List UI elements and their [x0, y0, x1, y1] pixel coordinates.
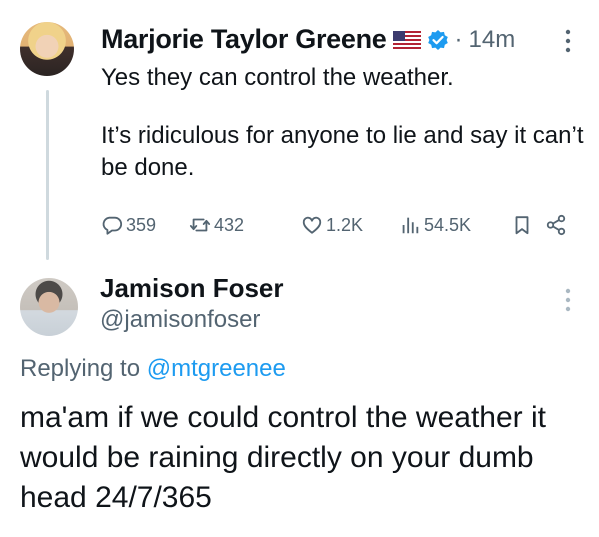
replying-to-line: Replying to @mtgreenee — [20, 355, 286, 383]
author-name[interactable]: Jamison Foser — [100, 273, 284, 304]
tweet-action-bar: 359 432 1.2K 54.5K — [101, 214, 571, 240]
avatar[interactable] — [20, 278, 78, 336]
views-button[interactable]: 54.5K — [399, 214, 471, 236]
more-vertical-icon[interactable] — [563, 28, 573, 54]
repost-button[interactable]: 432 — [189, 214, 244, 236]
heart-icon — [302, 216, 322, 234]
share-button[interactable] — [545, 214, 567, 236]
us-flag-icon — [392, 30, 421, 49]
author-name[interactable]: Marjorie Taylor Greene — [101, 24, 387, 55]
views-count: 54.5K — [424, 214, 472, 235]
tweet-text-paragraph: Yes they can control the weather. — [101, 64, 454, 91]
author-handle[interactable]: @jamisonfoser — [100, 306, 260, 334]
replying-to-label: Replying to — [20, 355, 141, 382]
reply-button[interactable]: 359 — [101, 214, 156, 236]
thread-connector-line — [46, 90, 49, 260]
repost-count: 432 — [214, 214, 245, 235]
reply-body: ma'am if we could control the weather it… — [20, 401, 546, 514]
like-count: 1.2K — [326, 214, 364, 235]
bar-chart-icon — [402, 217, 419, 234]
timestamp[interactable]: 14m — [469, 26, 516, 54]
speech-bubble-icon — [102, 216, 123, 235]
bookmark-icon — [515, 216, 529, 235]
tweet-text-paragraph: It’s ridiculous for anyone to lie and sa… — [101, 122, 584, 181]
bookmark-button[interactable] — [511, 214, 533, 236]
like-button[interactable]: 1.2K — [301, 214, 363, 236]
share-icon — [546, 214, 566, 236]
avatar[interactable] — [20, 22, 74, 76]
separator-dot: · — [454, 25, 463, 53]
replying-to-mention[interactable]: @mtgreenee — [147, 355, 286, 382]
tweet-body: Yes they can control the weather. It’s r… — [101, 62, 591, 184]
reply-count: 359 — [126, 214, 157, 235]
repost-icon — [189, 218, 211, 232]
tweet-header: Marjorie Taylor Greene · 14m — [101, 24, 515, 55]
more-vertical-icon[interactable] — [563, 287, 573, 313]
verified-badge-icon — [427, 29, 448, 50]
